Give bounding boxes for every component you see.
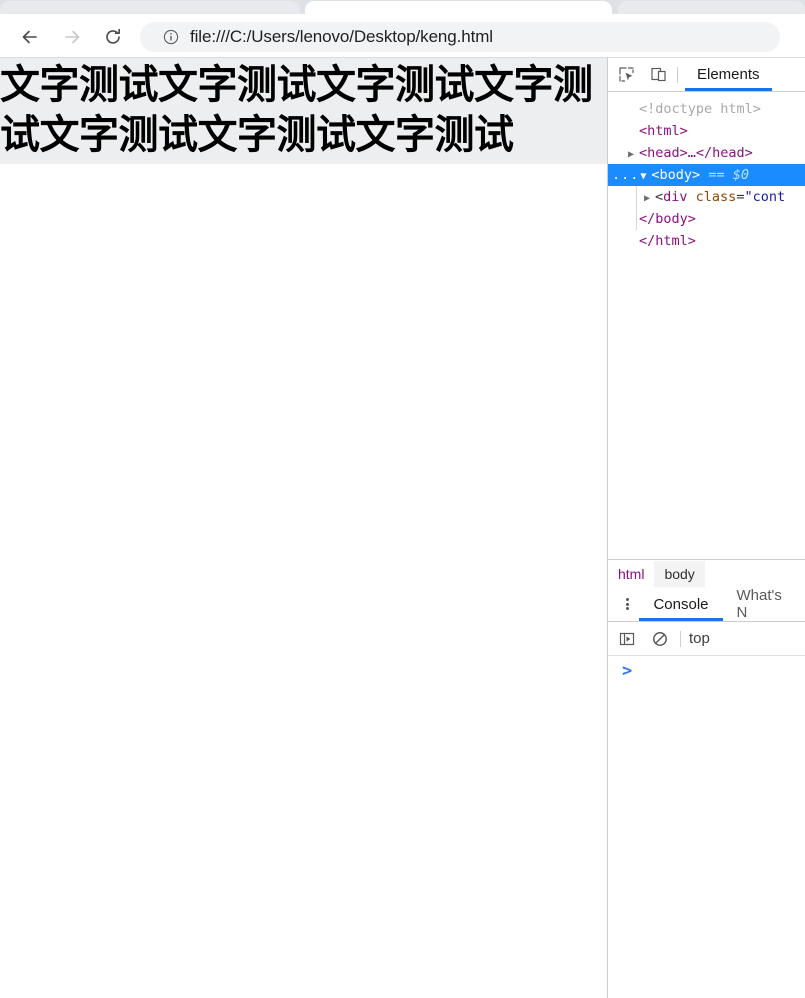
div-attr-value-token: "cont: [744, 189, 786, 205]
dom-tree: <!doctype html> <html> ▶ <head>…</head> .…: [608, 92, 805, 252]
console-toolbar: top: [608, 622, 805, 656]
indent-guide: [636, 208, 637, 230]
chevron-right-icon[interactable]: ▶: [644, 188, 655, 210]
page-title: 文字测试文字测试文字测试文字测试文字测试文字测试文字测试: [0, 62, 593, 158]
browser-toolbar: file:///C:/Users/lenovo/Desktop/keng.htm…: [0, 14, 805, 58]
browser-window: file:///C:/Users/lenovo/Desktop/keng.htm…: [0, 0, 805, 998]
arrow-right-icon: [65, 30, 80, 44]
tab-active[interactable]: [305, 1, 612, 14]
tab-whats-new-label: What's N: [736, 587, 782, 621]
back-button[interactable]: [18, 25, 42, 49]
dom-row-body-close[interactable]: </body>: [608, 208, 805, 230]
info-circle-icon[interactable]: [163, 29, 179, 45]
more-options-button[interactable]: [616, 591, 639, 617]
div-lt-token: <: [655, 189, 664, 205]
tab-elements[interactable]: Elements: [685, 59, 772, 91]
tab-elements-label: Elements: [697, 66, 760, 83]
body-close-token: </body>: [639, 211, 696, 227]
device-toolbar-button[interactable]: [644, 62, 672, 88]
chevron-right-icon[interactable]: ▶: [628, 144, 639, 166]
chevron-down-icon[interactable]: ▼: [640, 166, 651, 188]
clear-console-icon: [653, 631, 667, 646]
console-sidebar-icon: [619, 632, 635, 645]
breadcrumb-item-html[interactable]: html: [608, 561, 654, 588]
doctype-token: <!doctype html>: [639, 101, 761, 117]
inspect-element-icon: [618, 67, 634, 82]
div-attr-name-token: class: [695, 189, 737, 205]
breadcrumb-item-body[interactable]: body: [654, 560, 705, 588]
devtools-drawer: Console What's N top >: [608, 587, 805, 686]
body-var-token: $0: [732, 167, 749, 183]
body-eq-token: ==: [708, 167, 725, 183]
html-open-token: <html>: [639, 123, 688, 139]
body-open-token: <body>: [651, 167, 701, 183]
tab-inactive-left[interactable]: [0, 1, 300, 14]
dom-row-div[interactable]: ▶ <div class="cont: [608, 186, 805, 208]
inspect-element-button[interactable]: [612, 62, 640, 88]
devtools-toolbar: Elements: [608, 58, 805, 92]
devtools-panel: Elements <!doctype html> <html> ▶ <head>……: [607, 58, 805, 998]
dom-row-html-open[interactable]: <html>: [608, 120, 805, 142]
console-toolbar-divider: [680, 630, 681, 647]
reload-button[interactable]: [101, 25, 125, 49]
tab-inactive-right[interactable]: [618, 1, 805, 14]
head-collapsed-token: <head>…</head>: [639, 145, 753, 161]
device-toolbar-icon: [650, 67, 666, 82]
toolbar-divider: [677, 66, 678, 83]
drawer-tab-bar: Console What's N: [608, 587, 805, 622]
content-container: 文字测试文字测试文字测试文字测试文字测试文字测试文字测试: [0, 58, 607, 164]
tab-console[interactable]: Console: [639, 588, 723, 621]
page-viewport: 文字测试文字测试文字测试文字测试文字测试文字测试文字测试: [0, 58, 607, 998]
console-sidebar-button[interactable]: [613, 626, 641, 652]
clear-console-button[interactable]: [646, 626, 674, 652]
more-options-icon: [626, 597, 630, 612]
dom-badge-ellipsis[interactable]: ...: [612, 164, 639, 186]
dom-row-body-selected[interactable]: ...▼ <body> == $0: [608, 164, 805, 186]
console-prompt[interactable]: >: [608, 656, 805, 686]
dom-row-html-close[interactable]: </html>: [608, 230, 805, 252]
tab-strip: [0, 0, 805, 14]
tab-whats-new[interactable]: What's N: [723, 587, 805, 621]
reload-icon: [106, 28, 120, 44]
breadcrumb: html body: [608, 559, 805, 589]
html-close-token: </html>: [639, 233, 696, 249]
arrow-left-icon: [22, 30, 37, 44]
div-tag-token: div: [663, 189, 688, 205]
address-bar-url[interactable]: file:///C:/Users/lenovo/Desktop/keng.htm…: [190, 26, 493, 48]
prompt-caret-icon: >: [622, 661, 633, 681]
address-bar[interactable]: file:///C:/Users/lenovo/Desktop/keng.htm…: [140, 22, 780, 52]
tab-console-label: Console: [653, 595, 709, 613]
execution-context-selector[interactable]: top: [687, 630, 710, 647]
dom-row-head[interactable]: ▶ <head>…</head>: [608, 142, 805, 164]
forward-button[interactable]: [60, 25, 84, 49]
dom-row-doctype[interactable]: <!doctype html>: [608, 98, 805, 120]
indent-guide: [636, 186, 637, 208]
